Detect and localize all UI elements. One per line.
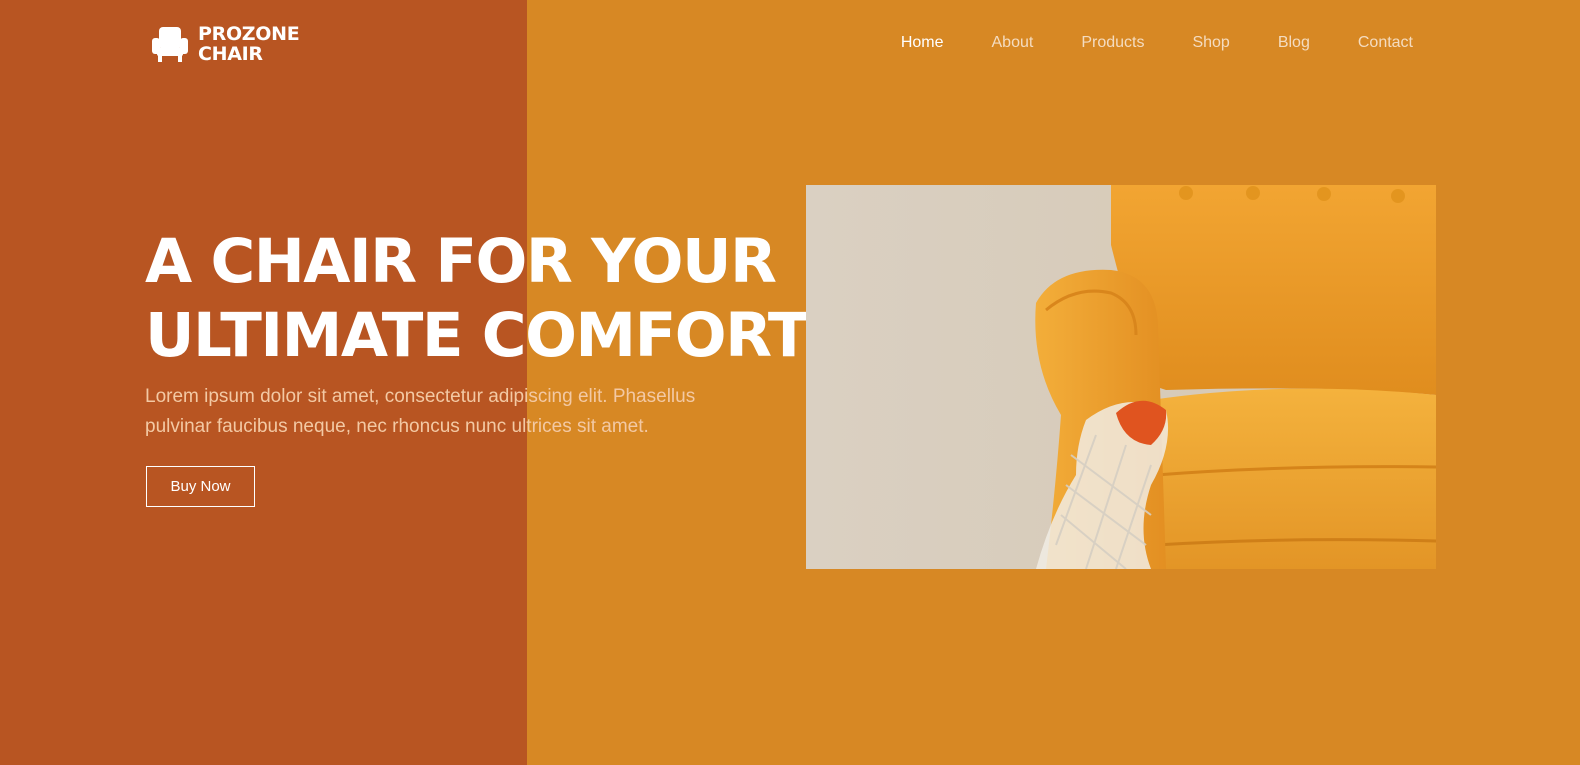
armchair-icon [152,27,188,62]
hero-description: Lorem ipsum dolor sit amet, consectetur … [145,386,696,437]
nav-item-shop[interactable]: Shop [1192,34,1229,52]
hero-title-line2: ULTIMATE COMFORT [145,300,810,371]
main-nav: Home About Products Shop Blog Contact [853,34,1413,52]
nav-item-blog[interactable]: Blog [1278,34,1310,52]
site-header: PROZONE CHAIR Home About Products Shop B… [0,0,1580,90]
brand-name-line1: PROZONE [198,23,300,45]
brand-name: PROZONE CHAIR [198,23,300,65]
chair-illustration [806,185,1436,569]
nav-item-contact[interactable]: Contact [1358,34,1413,52]
hero-title: A CHAIR FOR YOUR ULTIMATE COMFORT [145,225,810,373]
hero-title-line1: A CHAIR FOR YOUR [145,226,777,297]
hero-chair-image [806,185,1436,569]
brand-name-line2: CHAIR [198,43,263,65]
nav-item-home[interactable]: Home [901,34,944,52]
brand-logo[interactable]: PROZONE CHAIR [150,23,300,65]
buy-now-button[interactable]: Buy Now [146,466,255,507]
nav-item-about[interactable]: About [992,34,1034,52]
nav-item-products[interactable]: Products [1081,34,1144,52]
